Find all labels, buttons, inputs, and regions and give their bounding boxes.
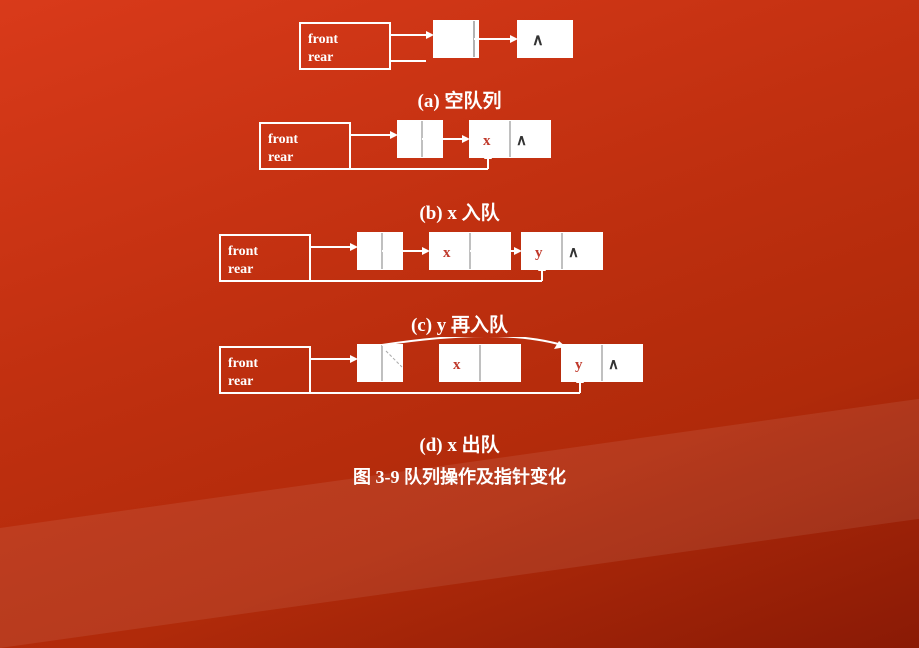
page-content: front rear ∧: [0, 0, 919, 648]
svg-text:rear: rear: [228, 374, 253, 389]
svg-text:rear: rear: [268, 150, 293, 165]
svg-text:y: y: [575, 357, 583, 373]
svg-text:rear: rear: [308, 50, 333, 65]
caption-a: (a) 空队列: [418, 86, 502, 113]
svg-text:x: x: [453, 357, 461, 373]
caption-d: (d) x 出队: [419, 430, 499, 457]
svg-text:front: front: [228, 244, 258, 259]
section-b: front rear x ∧: [210, 113, 710, 225]
svg-text:x: x: [483, 133, 491, 149]
section-d: front rear x: [210, 337, 710, 457]
section-a: front rear ∧: [210, 13, 710, 113]
svg-text:y: y: [535, 245, 543, 261]
svg-text:front: front: [308, 32, 338, 47]
svg-text:∧: ∧: [532, 32, 544, 49]
caption-b: (b) x 入队: [419, 198, 499, 225]
svg-text:front: front: [228, 356, 258, 371]
svg-text:∧: ∧: [608, 357, 619, 373]
figure-caption: 图 3-9 队列操作及指针变化: [353, 463, 566, 489]
svg-text:∧: ∧: [516, 133, 527, 149]
section-c: front rear x: [210, 225, 710, 337]
svg-text:front: front: [268, 132, 298, 147]
svg-text:rear: rear: [228, 262, 253, 277]
caption-c: (c) y 再入队: [411, 310, 508, 337]
all-sections: front rear ∧: [210, 8, 710, 489]
svg-text:x: x: [443, 245, 451, 261]
svg-text:∧: ∧: [568, 245, 579, 261]
